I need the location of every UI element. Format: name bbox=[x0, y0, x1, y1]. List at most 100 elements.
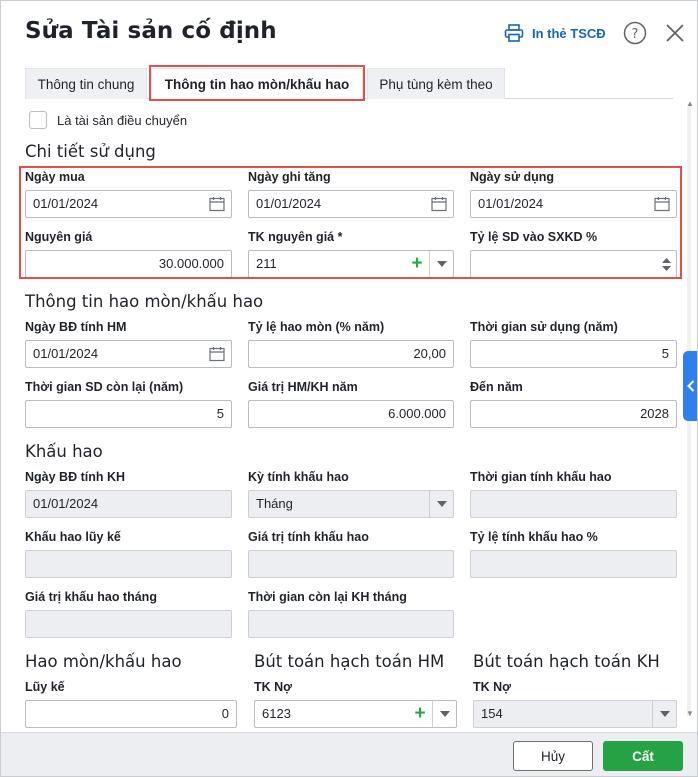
remaining-life-value: 5 bbox=[216, 406, 224, 421]
depreciation-rate-label: Tỷ lệ hao mòn (% năm) bbox=[248, 320, 385, 334]
kh-debit-select: 154 bbox=[473, 700, 677, 728]
end-year-value: 2028 bbox=[640, 406, 669, 421]
business-ratio-input[interactable] bbox=[470, 250, 677, 278]
cost-input[interactable]: 30.000.000 bbox=[25, 250, 232, 278]
purchase-date-label: Ngày mua bbox=[25, 170, 85, 184]
kh-value-label: Giá trị tính khấu hao bbox=[248, 530, 369, 544]
purchase-date-input[interactable]: 01/01/2024 bbox=[25, 190, 232, 218]
cost-value: 30.000.000 bbox=[158, 256, 224, 271]
spin-up-icon[interactable] bbox=[661, 257, 671, 263]
scroll-down-arrow[interactable]: ▼ bbox=[686, 709, 694, 718]
monthly-kh-label: Giá trị khấu hao tháng bbox=[25, 590, 157, 604]
cumulative-input[interactable]: 0 bbox=[25, 700, 237, 728]
start-hm-date-label: Ngày BĐ tính HM bbox=[25, 320, 127, 334]
close-icon[interactable] bbox=[663, 21, 687, 45]
usage-section-title: Chi tiết sử dụng bbox=[25, 142, 156, 161]
record-date-input[interactable]: 01/01/2024 bbox=[248, 190, 454, 218]
start-hm-date-input[interactable]: 01/01/2024 bbox=[25, 340, 232, 368]
kh-entry-section-title: Bút toán hạch toán KH bbox=[473, 652, 660, 671]
svg-text:?: ? bbox=[632, 27, 639, 42]
record-date-value: 01/01/2024 bbox=[256, 196, 322, 211]
business-ratio-label: Tỷ lệ SD vào SXKD % bbox=[470, 230, 598, 244]
printer-icon bbox=[504, 24, 524, 42]
cumulative-label: Lũy kế bbox=[25, 680, 65, 694]
kh-period-label: Kỳ tính khấu hao bbox=[248, 470, 349, 484]
hm-debit-value: 6123 bbox=[262, 706, 291, 721]
start-kh-date-input: 01/01/2024 bbox=[25, 490, 232, 518]
kh-debit-value: 154 bbox=[481, 706, 503, 721]
annual-value-input[interactable]: 6.000.000 bbox=[248, 400, 454, 428]
hm-debit-label: TK Nợ bbox=[254, 680, 293, 694]
remaining-months-label: Thời gian còn lại KH tháng bbox=[248, 590, 407, 604]
add-icon[interactable]: + bbox=[408, 701, 432, 727]
useful-life-label: Thời gian sử dụng (năm) bbox=[470, 320, 618, 334]
end-year-input[interactable]: 2028 bbox=[470, 400, 677, 428]
save-button[interactable]: Cất bbox=[603, 741, 683, 771]
annual-value-value: 6.000.000 bbox=[388, 406, 446, 421]
end-year-label: Đến năm bbox=[470, 380, 523, 394]
depreciation-section-title: Thông tin hao mòn/khấu hao bbox=[25, 292, 264, 311]
accumulated-kh-label: Khấu hao lũy kế bbox=[25, 530, 121, 544]
start-kh-date-value: 01/01/2024 bbox=[33, 496, 99, 511]
chevron-down-icon bbox=[652, 701, 676, 727]
cancel-button[interactable]: Hủy bbox=[513, 741, 593, 771]
use-date-input[interactable]: 01/01/2024 bbox=[470, 190, 677, 218]
kh-period-select: Tháng bbox=[248, 490, 454, 518]
remaining-life-input[interactable]: 5 bbox=[25, 400, 232, 428]
cost-account-select[interactable]: 211 + bbox=[248, 250, 454, 278]
cost-account-label: TK nguyên giá * bbox=[248, 230, 343, 244]
calendar-icon[interactable] bbox=[209, 196, 225, 212]
depreciation-rate-value: 20,00 bbox=[413, 346, 446, 361]
kh-value-input bbox=[248, 550, 454, 578]
kh-debit-label: TK Nợ bbox=[473, 680, 512, 694]
accumulated-kh-input bbox=[25, 550, 232, 578]
print-card-label: In thẻ TSCĐ bbox=[532, 25, 606, 41]
tab-depreciation-info[interactable]: Thông tin hao mòn/khấu hao bbox=[151, 68, 363, 99]
kh-rate-input bbox=[470, 550, 677, 578]
kh-rate-label: Tỷ lệ tính khấu hao % bbox=[470, 530, 598, 544]
chevron-down-icon bbox=[429, 491, 453, 517]
number-spinner[interactable] bbox=[656, 251, 676, 277]
hm-entry-section-title: Bút toán hạch toán HM bbox=[254, 652, 445, 671]
use-date-label: Ngày sử dụng bbox=[470, 170, 555, 184]
calendar-icon[interactable] bbox=[431, 196, 447, 212]
dialog-title: Sửa Tài sản cố định bbox=[25, 18, 277, 44]
useful-life-input[interactable]: 5 bbox=[470, 340, 677, 368]
print-card-button[interactable]: In thẻ TSCĐ bbox=[504, 21, 606, 45]
cost-account-value: 211 bbox=[256, 256, 277, 271]
hm-debit-select[interactable]: 6123 + bbox=[254, 700, 457, 728]
tab-bar: Thông tin chung Thông tin hao mòn/khấu h… bbox=[25, 68, 673, 99]
useful-life-value: 5 bbox=[661, 346, 669, 361]
calendar-icon[interactable] bbox=[209, 346, 225, 362]
tab-accessories[interactable]: Phụ tùng kèm theo bbox=[367, 68, 505, 99]
depreciation-rate-input[interactable]: 20,00 bbox=[248, 340, 454, 368]
transfer-checkbox[interactable] bbox=[29, 111, 47, 129]
use-date-value: 01/01/2024 bbox=[478, 196, 544, 211]
add-icon[interactable]: + bbox=[405, 251, 429, 277]
hm-kh-section-title: Hao mòn/khấu hao bbox=[25, 652, 182, 671]
cumulative-value: 0 bbox=[221, 706, 229, 721]
help-icon[interactable]: ? bbox=[623, 21, 647, 45]
monthly-kh-input bbox=[25, 610, 232, 638]
kh-period-value: Tháng bbox=[256, 496, 293, 511]
amortization-section-title: Khấu hao bbox=[25, 442, 103, 461]
annual-value-label: Giá trị HM/KH năm bbox=[248, 380, 358, 394]
chevron-down-icon[interactable] bbox=[429, 251, 453, 277]
dialog-footer: Hủy Cất bbox=[1, 732, 697, 776]
start-kh-date-label: Ngày BĐ tính KH bbox=[25, 470, 125, 484]
edit-asset-dialog: Sửa Tài sản cố định In thẻ TSCĐ ? Thông … bbox=[0, 0, 698, 777]
kh-time-input bbox=[470, 490, 677, 518]
tab-general-info[interactable]: Thông tin chung bbox=[25, 68, 147, 99]
start-hm-date-value: 01/01/2024 bbox=[33, 346, 99, 361]
transfer-checkbox-label: Là tài sản điều chuyển bbox=[57, 113, 188, 128]
spin-down-icon[interactable] bbox=[661, 265, 671, 271]
cost-label: Nguyên giá bbox=[25, 230, 93, 244]
remaining-life-label: Thời gian SD còn lại (năm) bbox=[25, 380, 184, 394]
calendar-icon[interactable] bbox=[654, 196, 670, 212]
purchase-date-value: 01/01/2024 bbox=[33, 196, 99, 211]
chevron-left-icon bbox=[687, 380, 695, 392]
remaining-months-input bbox=[248, 610, 454, 638]
chevron-down-icon[interactable] bbox=[432, 701, 456, 727]
kh-time-label: Thời gian tính khấu hao bbox=[470, 470, 612, 484]
side-panel-toggle[interactable] bbox=[683, 351, 697, 421]
